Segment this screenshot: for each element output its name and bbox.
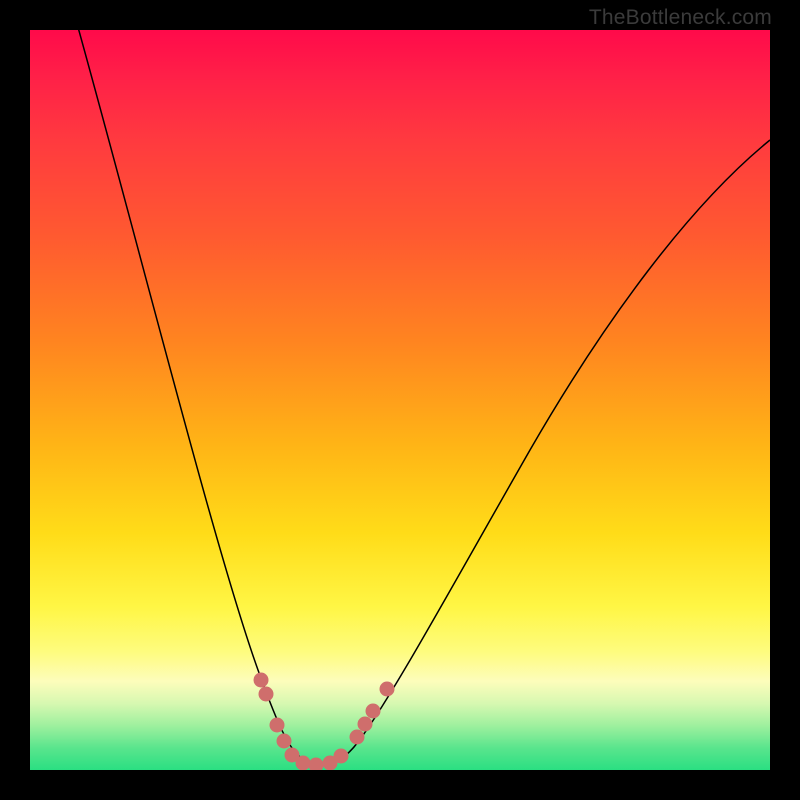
chart-frame: TheBottleneck.com (0, 0, 800, 800)
trough-dot (259, 687, 274, 702)
trough-dot (254, 673, 269, 688)
plot-area (30, 30, 770, 770)
trough-dot (334, 749, 349, 764)
trough-dot (358, 717, 373, 732)
trough-dot (380, 682, 395, 697)
trough-dot (270, 718, 285, 733)
trough-dot (309, 758, 324, 771)
trough-dot (296, 756, 311, 771)
watermark-text: TheBottleneck.com (589, 6, 772, 30)
curve-right (322, 140, 770, 764)
trough-dot (366, 704, 381, 719)
trough-dot (350, 730, 365, 745)
trough-dot (277, 734, 292, 749)
curve-left (76, 30, 322, 764)
chart-svg (30, 30, 770, 770)
